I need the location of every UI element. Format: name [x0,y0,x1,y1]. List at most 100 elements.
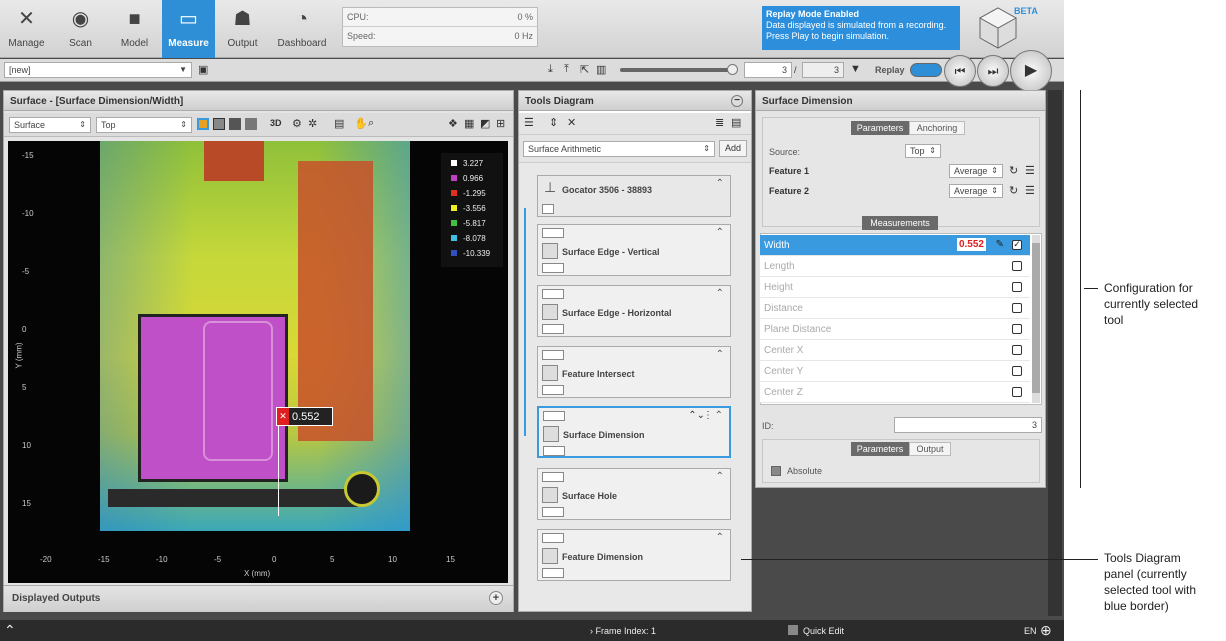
overlay-icon[interactable] [245,118,257,130]
feature2-select[interactable]: Average ⇕ [949,184,1003,198]
absolute-checkbox[interactable] [771,466,781,476]
nav-scan[interactable]: ◉ Scan [54,0,107,58]
reset-icon[interactable]: ↻ [1009,164,1018,177]
nav-manage[interactable]: ✕ Manage [0,0,53,58]
tool-node[interactable]: Surface Edge - Horizontal ⌃ [537,285,731,337]
measurement-checkbox[interactable] [1012,261,1022,271]
nav-model[interactable]: ■ Model [108,0,161,58]
tool-node[interactable]: Feature Intersect ⌃ [537,346,731,398]
chevron-updown-icon[interactable]: ⌃ [716,288,724,299]
add-tool-button[interactable]: Add [719,140,747,157]
chevron-updown-icon[interactable]: ⌃ [716,227,724,238]
surface-plot[interactable]: ✕ 0.552 3.227 0.966 -1.295 -3.556 -5.817 -8.0… [8,141,508,583]
settings-icon[interactable]: ✲ [308,117,317,130]
main-scrollbar[interactable] [1048,90,1062,616]
list-icon[interactable]: ☰ [524,116,534,129]
measurements-scrollbar[interactable] [1032,235,1040,403]
measurement-label[interactable]: ✕ 0.552 [276,407,333,426]
close-icon[interactable]: ✕ [277,408,289,425]
tool-node[interactable]: Surface Hole ⌃ [537,468,731,520]
view-list-icon[interactable]: ≣ [715,116,724,129]
heightmap-gray-icon[interactable] [213,118,225,130]
collapse-all-icon[interactable]: ✕ [567,116,576,129]
view-type-select[interactable]: Surface ⇕ [9,117,91,133]
pin-icon[interactable]: ✎ [996,239,1004,250]
frame-current-input[interactable]: 3 [744,62,792,78]
heightmap-color-icon[interactable] [197,118,209,130]
reset-icon[interactable]: ↻ [1009,184,1018,197]
nav-dashboard[interactable]: ◔ Dashboard [272,0,332,58]
play-button[interactable]: ▶ [1010,50,1052,92]
measurement-checkbox[interactable] [1012,282,1022,292]
replay-toggle[interactable] [910,63,942,77]
chevron-updown-icon[interactable]: ⌃ [716,349,724,360]
tool-type-select[interactable]: Surface Arithmetic ⇕ [523,141,715,157]
quick-edit-checkbox[interactable] [788,625,798,635]
measurement-checkbox[interactable]: ✓ [1012,240,1022,250]
nav-output[interactable]: ☗ Output [216,0,269,58]
measurement-row[interactable]: Plane Distance [760,319,1030,340]
frame-slider-handle[interactable] [727,64,738,75]
fit-icon[interactable]: ▦ [464,117,474,130]
trash-icon[interactable]: ▥ [596,63,606,76]
source-select[interactable]: Top ⇕ [905,144,941,158]
job-select[interactable]: [new] ▼ [4,62,192,78]
frame-slider[interactable] [620,68,734,72]
measurement-checkbox[interactable] [1012,345,1022,355]
intensity-icon[interactable] [229,118,241,130]
add-output-icon[interactable]: + [489,591,503,605]
subtab-output[interactable]: Output [909,442,951,456]
step-forward-button[interactable]: ⏭ [977,55,1009,87]
feature1-select[interactable]: Average ⇕ [949,164,1003,178]
measurement-row[interactable]: Length [760,256,1030,277]
filter-icon[interactable]: ▼ [850,63,861,75]
zoom-icon[interactable]: ⌕ [368,117,374,130]
measurement-row[interactable]: Center Y [760,361,1030,382]
window-icon[interactable]: ◩ [480,117,490,130]
chevron-updown-icon[interactable]: ⌃ [716,532,724,543]
chevron-updown-icon[interactable]: ⌃ [715,410,723,421]
tool-root-sensor[interactable]: ⊥ Gocator 3506 - 38893 ⌃ [537,175,731,217]
expand-all-icon[interactable]: ⇕ [549,116,558,129]
expand-icon[interactable]: ⊞ [496,117,505,130]
layer-icon[interactable]: ❖ [448,117,458,130]
pan-hand-icon[interactable]: ✋ [354,117,368,130]
export-icon[interactable]: ⇱ [580,63,589,76]
step-back-button[interactable]: ⏮ [944,55,976,87]
chevron-updown-icon[interactable]: ⌃ [716,178,724,189]
download-icon[interactable]: ⤓ [548,63,553,76]
3d-button[interactable]: 3D [270,118,282,128]
measurement-checkbox[interactable] [1012,303,1022,313]
measurement-row[interactable]: Height [760,277,1030,298]
globe-icon[interactable]: ⊕ [1040,622,1052,639]
feature-list-icon[interactable]: ☰ [1025,164,1035,177]
measurement-row[interactable]: Width 0.552 ✎ ✓ [760,235,1030,256]
side-select[interactable]: Top ⇕ [96,117,192,133]
grid-icon[interactable]: ⚙ [292,117,302,130]
save-icon[interactable]: ▣ [198,63,208,76]
language-label[interactable]: EN [1024,626,1037,636]
collapse-icon[interactable]: − [731,95,743,107]
tab-parameters[interactable]: Parameters [851,121,909,135]
measurement-row[interactable]: Distance [760,298,1030,319]
screen-icon[interactable]: ▤ [334,117,344,130]
measurement-row[interactable]: Center X [760,340,1030,361]
tab-anchoring[interactable]: Anchoring [909,121,965,135]
chevron-up-icon[interactable]: ⌃ [4,622,16,639]
nav-measure[interactable]: ▭ Measure [162,0,215,58]
subtab-parameters[interactable]: Parameters [851,442,909,456]
view-detail-icon[interactable]: ▤ [731,116,741,129]
id-input[interactable]: 3 [894,417,1042,433]
tool-node[interactable]: Surface Dimension ⌃ ⌃⌄ ⋮ [537,406,731,458]
measurement-row[interactable]: Center Z [760,382,1030,403]
chevron-updown-icon[interactable]: ⌃ [716,471,724,482]
more-icon[interactable]: ⋮ [703,410,713,421]
measurement-checkbox[interactable] [1012,324,1022,334]
upload-icon[interactable]: ⤒ [564,63,569,76]
measurement-checkbox[interactable] [1012,387,1022,397]
feature-list-icon[interactable]: ☰ [1025,184,1035,197]
tool-node[interactable]: Surface Edge - Vertical ⌃ [537,224,731,276]
tool-node[interactable]: Feature Dimension ⌃ [537,529,731,581]
measurement-checkbox[interactable] [1012,366,1022,376]
displayed-outputs-bar[interactable]: Displayed Outputs + [4,585,513,612]
